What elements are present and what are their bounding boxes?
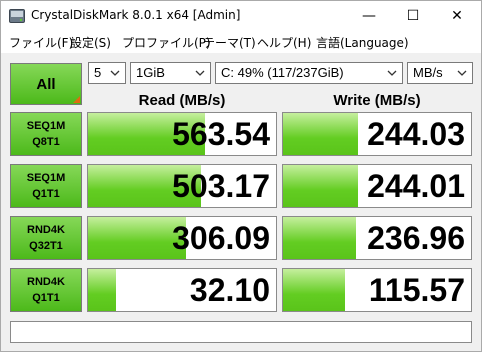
menu-file[interactable]: ファイル(F) <box>9 34 73 51</box>
test-size-value: 1GiB <box>136 65 165 80</box>
chevron-down-icon <box>194 65 206 81</box>
seq1m-q8t1-button[interactable]: SEQ1M Q8T1 <box>10 112 82 156</box>
write-result-bar <box>283 165 359 207</box>
write-result-value: 115.57 <box>368 272 465 308</box>
write-result-bar <box>283 269 346 311</box>
read-column-header: Read (MB/s) <box>138 92 226 109</box>
disk-app-icon <box>9 9 25 23</box>
write-result-bar <box>283 217 357 259</box>
test-name-line1: SEQ1M <box>26 120 66 132</box>
test-name-line1: RND4K <box>27 276 65 288</box>
write-result-cell: 244.01 <box>282 164 472 208</box>
drive-select[interactable]: C: 49% (117/237GiB) <box>215 62 403 84</box>
menu-settings[interactable]: 設定(S) <box>70 34 111 51</box>
read-result-value: 32.10 <box>189 272 270 308</box>
read-result-value: 306.09 <box>172 220 270 256</box>
chevron-down-icon <box>456 65 468 81</box>
comment-field[interactable] <box>10 321 472 343</box>
chevron-down-icon <box>109 65 121 81</box>
window-title: CrystalDiskMark 8.0.1 x64 [Admin] <box>31 8 241 22</box>
menu-language[interactable]: 言語(Language) <box>316 34 409 51</box>
minimize-button[interactable]: — <box>347 1 391 31</box>
app-window: CrystalDiskMark 8.0.1 x64 [Admin] — ☐ ✕ … <box>0 0 482 352</box>
write-column-header: Write (MB/s) <box>333 92 421 109</box>
read-result-cell: 503.17 <box>87 164 277 208</box>
test-name-line2: Q1T1 <box>32 292 60 304</box>
rnd4k-q32t1-button[interactable]: RND4K Q32T1 <box>10 216 82 260</box>
all-button-label: All <box>36 75 56 93</box>
corner-indicator-icon <box>73 96 80 103</box>
close-icon: ✕ <box>451 8 463 24</box>
minimize-icon: — <box>362 8 376 24</box>
unit-select[interactable]: MB/s <box>407 62 473 84</box>
test-size-select[interactable]: 1GiB <box>130 62 211 84</box>
write-result-value: 236.96 <box>367 220 465 256</box>
read-result-bar <box>88 269 117 311</box>
write-result-cell: 115.57 <box>282 268 472 312</box>
test-name-line2: Q1T1 <box>32 188 60 200</box>
chevron-down-icon <box>386 65 398 81</box>
title-bar: CrystalDiskMark 8.0.1 x64 [Admin] — ☐ ✕ <box>1 1 481 31</box>
maximize-icon: ☐ <box>406 8 420 24</box>
read-result-value: 563.54 <box>172 116 270 152</box>
test-name-line2: Q32T1 <box>29 240 63 252</box>
read-result-value: 503.17 <box>172 168 270 204</box>
read-result-cell: 306.09 <box>87 216 277 260</box>
menu-theme[interactable]: テーマ(T) <box>203 34 256 51</box>
close-button[interactable]: ✕ <box>435 1 479 31</box>
test-name-line1: SEQ1M <box>26 172 66 184</box>
read-result-cell: 563.54 <box>87 112 277 156</box>
test-count-value: 5 <box>94 65 102 80</box>
menu-bar: ファイル(F) 設定(S) プロファイル(P) テーマ(T) ヘルプ(H) 言語… <box>1 31 481 53</box>
write-result-value: 244.01 <box>367 168 465 204</box>
test-name-line2: Q8T1 <box>32 136 60 148</box>
unit-value: MB/s <box>413 65 443 80</box>
maximize-button[interactable]: ☐ <box>391 1 435 31</box>
all-button[interactable]: All <box>10 63 82 105</box>
menu-help[interactable]: ヘルプ(H) <box>257 34 311 51</box>
write-result-bar <box>283 113 359 155</box>
test-count-select[interactable]: 5 <box>88 62 126 84</box>
menu-profile[interactable]: プロファイル(P) <box>122 34 211 51</box>
seq1m-q1t1-button[interactable]: SEQ1M Q1T1 <box>10 164 82 208</box>
write-result-value: 244.03 <box>367 116 465 152</box>
drive-value: C: 49% (117/237GiB) <box>221 65 344 80</box>
write-result-cell: 236.96 <box>282 216 472 260</box>
read-result-bar <box>88 217 186 259</box>
write-result-cell: 244.03 <box>282 112 472 156</box>
read-result-cell: 32.10 <box>87 268 277 312</box>
test-name-line1: RND4K <box>27 224 65 236</box>
rnd4k-q1t1-button[interactable]: RND4K Q1T1 <box>10 268 82 312</box>
